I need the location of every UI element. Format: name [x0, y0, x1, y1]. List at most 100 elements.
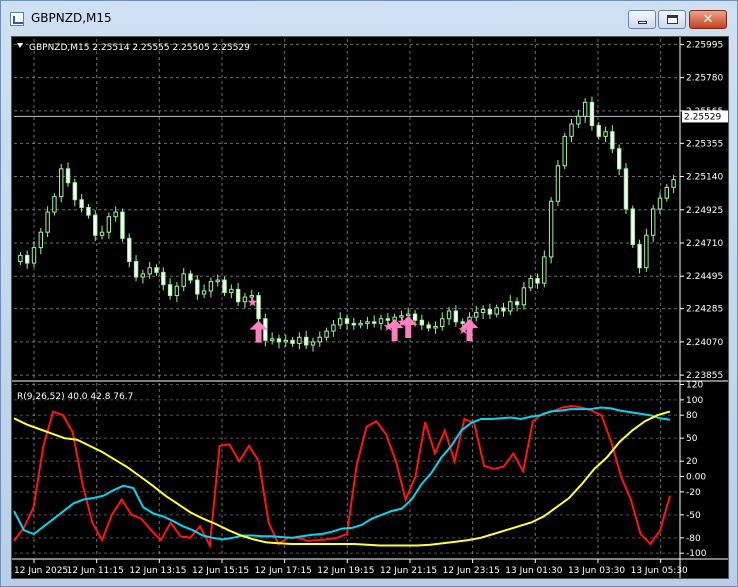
candle-body: [576, 115, 581, 125]
candle-body: [344, 318, 350, 324]
candle-body: [147, 267, 152, 275]
title-bar[interactable]: GBPNZD,M15 ✕: [1, 1, 737, 35]
candle-body: [38, 231, 44, 249]
candle-body: [623, 168, 629, 210]
indicator-tick-label: 0.00: [686, 473, 706, 483]
candle-body: [79, 199, 84, 208]
maximize-icon: [667, 15, 678, 24]
candle-body: [201, 290, 207, 295]
candle-body: [657, 197, 663, 210]
terminal-window: GBPNZD,M15 ✕ ★★★★ 2.259952.257802.255652…: [0, 0, 738, 587]
current-price-label: 2.25529: [684, 112, 721, 122]
candle-body: [562, 135, 567, 167]
candle-body: [195, 279, 200, 295]
x-tick-label: 13 Jun 03:30: [568, 566, 625, 576]
close-button[interactable]: ✕: [689, 10, 727, 29]
candle-body: [133, 261, 139, 278]
candle-body: [215, 279, 220, 283]
candle-body: [474, 312, 479, 318]
candle-body: [161, 271, 166, 286]
candle-body: [317, 336, 322, 343]
candle-body: [283, 339, 288, 343]
candle-body: [31, 247, 37, 264]
candle-body: [167, 284, 173, 297]
maximize-button[interactable]: [658, 10, 686, 29]
candle-body: [508, 301, 513, 312]
candle-body: [222, 279, 227, 293]
candle-body: [59, 168, 64, 198]
candle-body: [154, 267, 159, 273]
indicator-tick-label: -20: [686, 488, 701, 498]
y-tick-label: 2.25995: [686, 40, 723, 50]
candle-body: [337, 318, 343, 326]
indicator-series-line: [13, 404, 671, 549]
minimize-icon: [638, 21, 647, 24]
y-tick-label: 2.24070: [686, 338, 723, 348]
candle-body: [181, 273, 186, 287]
candle-body: [276, 338, 282, 343]
chart-canvas[interactable]: ★★★★ 2.259952.257802.255652.253552.25140…: [12, 37, 729, 579]
window-title: GBPNZD,M15: [31, 11, 112, 25]
candle-body: [188, 273, 193, 281]
candle-body: [269, 338, 275, 341]
candle-body: [297, 336, 302, 344]
y-tick-label: 2.25140: [686, 173, 723, 183]
star-icon: ★: [396, 315, 408, 330]
indicator-tick-label: -50: [686, 511, 701, 521]
minimize-button[interactable]: [628, 10, 656, 29]
indicator-series-line: [13, 406, 671, 541]
chart-menu-icon[interactable]: [17, 43, 23, 48]
candle-body: [569, 123, 574, 137]
x-tick-label: 12 Jun 2025: [14, 566, 68, 576]
candle-body: [548, 200, 554, 258]
x-tick-label: 12 Jun 23:15: [443, 566, 500, 576]
indicator-header: R(9,26,52) 40.0 42.8 76.7: [17, 392, 133, 402]
candle-body: [433, 325, 438, 329]
candles: [18, 96, 676, 352]
candle-body: [419, 319, 425, 326]
candle-body: [630, 208, 635, 246]
x-tick-label: 12 Jun 17:15: [255, 566, 312, 576]
candle-body: [86, 206, 91, 216]
candle-body: [501, 307, 506, 312]
y-tick-label: 2.24925: [686, 206, 723, 216]
candle-body: [453, 310, 459, 323]
candle-body: [650, 208, 656, 236]
candle-body: [25, 254, 30, 264]
x-tick-label: 12 Jun 19:15: [317, 566, 374, 576]
indicator-series-line: [13, 410, 671, 547]
candle-body: [45, 211, 50, 233]
axes: 2.259952.257802.255652.253552.251402.249…: [12, 37, 728, 578]
indicator-lines: [13, 404, 671, 549]
candle-body: [596, 125, 601, 137]
star-icon: ★: [383, 320, 395, 335]
y-tick-label: 2.25355: [686, 139, 723, 149]
candle-body: [174, 285, 180, 297]
candle-body: [603, 131, 608, 137]
close-icon: ✕: [702, 12, 714, 27]
candle-body: [358, 322, 363, 326]
candle-body: [487, 308, 493, 315]
candle-body: [324, 330, 329, 338]
chart-area[interactable]: ★★★★ 2.259952.257802.255652.253552.25140…: [11, 36, 729, 579]
candle-body: [65, 168, 71, 184]
x-tick-label: 12 Jun 21:15: [380, 566, 437, 576]
candle-body: [365, 321, 370, 324]
candle-body: [52, 196, 57, 213]
y-tick-label: 2.24710: [686, 239, 723, 249]
candle-body: [480, 308, 486, 314]
y-tick-label: 2.25780: [686, 74, 723, 84]
candle-body: [412, 313, 418, 321]
candle-body: [235, 288, 241, 303]
star-icon: ★: [458, 323, 470, 338]
indicator-tick-label: 20: [686, 457, 698, 467]
candle-body: [18, 254, 23, 263]
indicator-tick-label: 50: [686, 434, 698, 444]
candle-body: [426, 324, 431, 329]
candle-body: [72, 182, 78, 201]
candle-body: [637, 244, 642, 269]
candle-body: [644, 234, 649, 269]
star-icon: ★: [247, 295, 259, 310]
indicator-tick-label: 80: [686, 411, 698, 421]
indicator-tick-label: -80: [686, 534, 701, 544]
